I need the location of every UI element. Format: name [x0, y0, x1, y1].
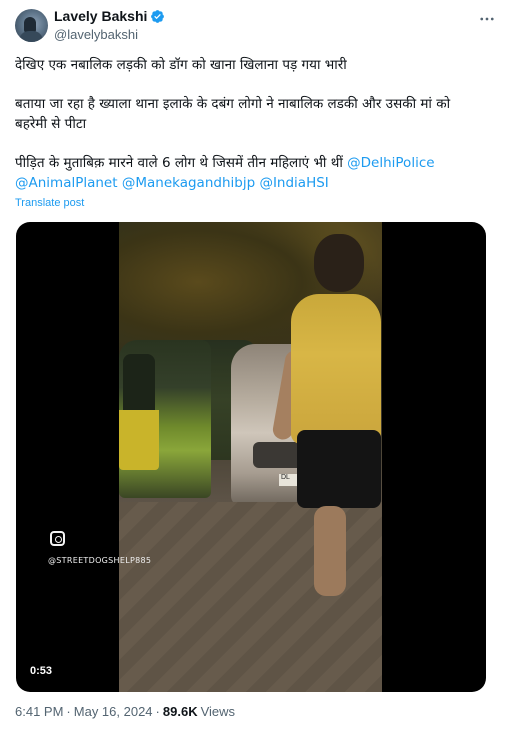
user-handle[interactable]: @lavelybakshi: [54, 27, 138, 42]
tweet-line-2a: बताया जा रहा है ख्याला थाना इलाके के दबं…: [15, 96, 451, 112]
mention-maneka-gandhi[interactable]: @Manekagandhibjp: [122, 175, 255, 191]
rickshaw-window: [123, 354, 155, 418]
video-duration-badge: 0:53: [24, 662, 59, 680]
tweet-line-2: बताया जा रहा है ख्याला थाना इलाके के दबं…: [15, 94, 495, 134]
video-player[interactable]: DL @STREETDOGSHELP885 0:53: [16, 222, 486, 692]
instagram-icon: [50, 531, 65, 546]
person-head: [314, 234, 364, 292]
translate-post-link[interactable]: Translate post: [15, 197, 84, 209]
verified-badge-icon: [151, 9, 165, 23]
auto-rickshaw: [119, 340, 211, 498]
mention-animal-planet[interactable]: @AnimalPlanet: [15, 175, 118, 191]
tweet-time[interactable]: 6:41 PM: [15, 704, 63, 719]
tweet-date[interactable]: May 16, 2024: [74, 704, 153, 719]
tweet-line-1: देखिए एक नबालिक लड़की को डॉग को खाना खिल…: [15, 57, 347, 73]
avatar[interactable]: [15, 9, 48, 42]
avatar-figure-body: [19, 31, 43, 42]
video-watermark: @STREETDOGSHELP885: [48, 556, 152, 565]
tweet-line-2b: बहरेमी से पीटा: [15, 116, 87, 132]
more-options-icon[interactable]: [478, 10, 496, 28]
meta-separator-2: ·: [155, 704, 160, 719]
views-label: Views: [200, 704, 236, 719]
display-name[interactable]: Lavely Bakshi: [54, 8, 147, 24]
person-leg: [314, 506, 346, 596]
person-shorts: [297, 430, 381, 508]
views-count: 89.6K: [162, 704, 198, 719]
rickshaw-panel: [119, 410, 159, 470]
tweet-line-3: पीड़ित के मुताबिक़ मारने वाले 6 लोग थे ज…: [15, 153, 495, 193]
meta-separator: ·: [66, 704, 71, 719]
video-frame: DL: [119, 222, 382, 692]
mention-india-hsi[interactable]: @IndiaHSI: [259, 175, 328, 191]
person-shirt: [291, 294, 381, 444]
name-row: Lavely Bakshi: [54, 8, 165, 24]
tweet-meta: 6:41 PM · May 16, 2024 · 89.6K Views: [15, 704, 235, 719]
tweet-line-3-text: पीड़ित के मुताबिक़ मारने वाले 6 लोग थे ज…: [15, 155, 343, 171]
tweet-text: देखिए एक नबालिक लड़की को डॉग को खाना खिल…: [15, 55, 495, 193]
mention-delhi-police[interactable]: @DelhiPolice: [347, 155, 434, 171]
